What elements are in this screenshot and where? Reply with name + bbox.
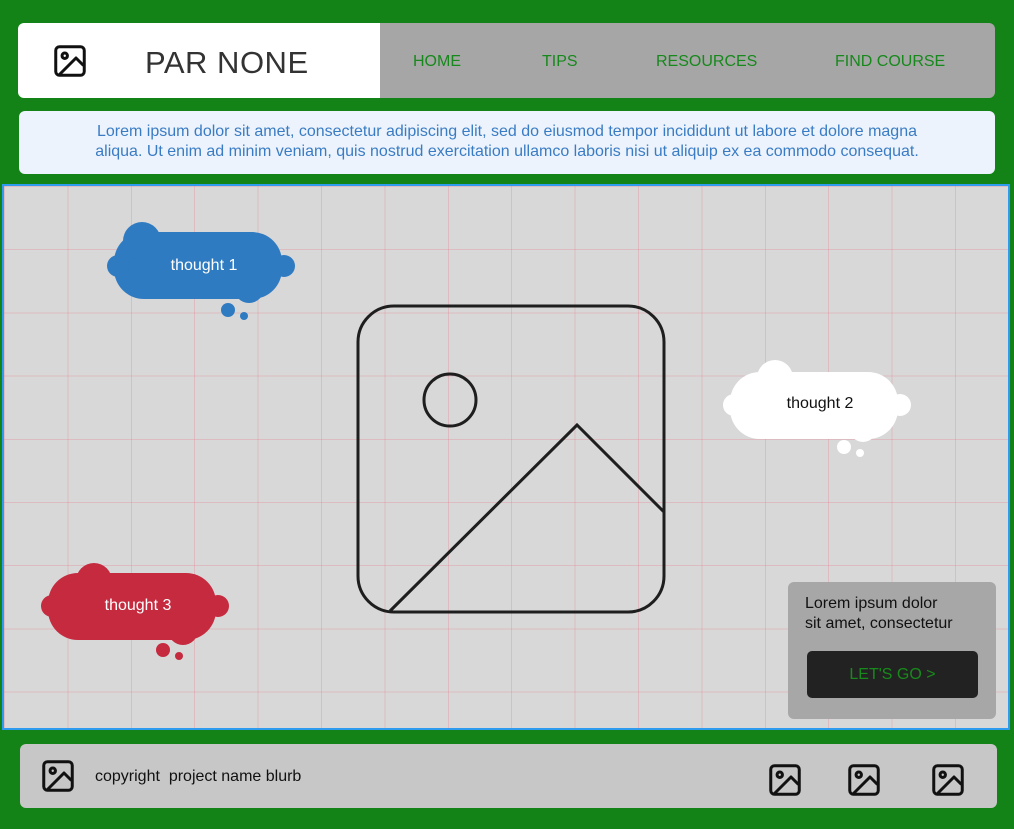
thought-bubble-icon — [723, 360, 911, 457]
brand-name: PAR NONE — [145, 45, 309, 80]
intro-banner: Lorem ipsum dolor sit amet, consectetur … — [19, 111, 995, 174]
social-image-icon-1[interactable] — [767, 762, 803, 798]
thought-2-label: thought 2 — [786, 395, 854, 412]
nav-item-home[interactable]: HOME — [413, 53, 461, 71]
image-icon — [42, 760, 74, 792]
image-icon[interactable] — [52, 43, 88, 79]
cta-text-line-2: sit amet, consectetur — [805, 615, 953, 632]
brand: PAR NONE — [18, 23, 380, 98]
thought-bubble-3[interactable]: thought 3 — [38, 558, 238, 668]
cta-text-line-1: Lorem ipsum dolor — [805, 595, 938, 612]
thought-3-label: thought 3 — [104, 597, 172, 614]
cta-text: Lorem ipsum dolor sit amet, consectetur — [805, 594, 985, 634]
image-placeholder-icon — [356, 304, 666, 614]
site-header: PAR NONE HOME TIPS RESOURCES FIND COURSE — [18, 23, 995, 98]
thought-bubble-1[interactable]: thought 1 — [104, 218, 304, 328]
main-nav: HOME TIPS RESOURCES FIND COURSE — [380, 23, 995, 98]
lets-go-button[interactable]: LET'S GO > — [807, 651, 978, 698]
nav-item-find-course[interactable]: FIND COURSE — [835, 53, 945, 71]
footer-copyright: copyright project name blurb — [95, 768, 302, 785]
thought-bubble-2[interactable]: thought 2 — [720, 358, 920, 468]
cta-card: Lorem ipsum dolor sit amet, consectetur … — [788, 582, 996, 719]
social-image-icon-3[interactable] — [930, 762, 966, 798]
nav-item-tips[interactable]: TIPS — [542, 53, 578, 71]
banner-line-2: aliqua. Ut enim ad minim veniam, quis no… — [95, 143, 919, 160]
page-frame: PAR NONE HOME TIPS RESOURCES FIND COURSE… — [0, 0, 1014, 829]
social-image-icon-2[interactable] — [846, 762, 882, 798]
banner-line-1: Lorem ipsum dolor sit amet, consectetur … — [97, 123, 917, 140]
thought-1-label: thought 1 — [170, 257, 238, 274]
main-content: thought 1 thought 2 thought 3 Lorem ipsu… — [2, 184, 1010, 730]
nav-item-resources[interactable]: RESOURCES — [656, 53, 757, 71]
site-footer: copyright project name blurb — [20, 744, 997, 808]
